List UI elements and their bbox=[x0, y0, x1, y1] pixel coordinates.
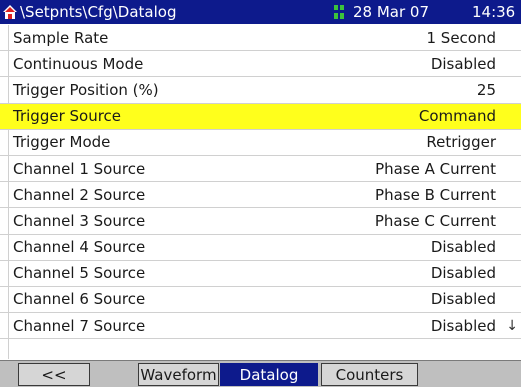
setting-value: Command bbox=[418, 107, 496, 126]
setting-label: Channel 7 Source bbox=[13, 316, 146, 335]
setting-row-channel-1-source[interactable]: Channel 1 Source Phase A Current bbox=[0, 156, 521, 183]
setting-value: Disabled bbox=[430, 316, 496, 335]
home-icon[interactable] bbox=[2, 4, 18, 20]
setting-row-continuous-mode[interactable]: Continuous Mode Disabled bbox=[0, 51, 521, 78]
tab-waveform[interactable]: Waveform bbox=[138, 363, 219, 386]
time-display: 14:36 bbox=[472, 3, 516, 21]
tab-counters[interactable]: Counters bbox=[321, 363, 418, 386]
date-display: 28 Mar 07 bbox=[353, 3, 430, 21]
setting-label: Trigger Source bbox=[13, 107, 122, 126]
setting-label: Channel 5 Source bbox=[13, 264, 146, 283]
setting-row-trigger-source[interactable]: Trigger Source Command bbox=[0, 103, 521, 130]
softkey-bar: << Waveform Datalog Counters bbox=[0, 360, 521, 387]
setting-label: Channel 3 Source bbox=[13, 211, 146, 230]
setting-value: 1 Second bbox=[426, 28, 496, 47]
setting-row-trigger-position[interactable]: Trigger Position (%) 25 bbox=[0, 77, 521, 104]
setting-value: Disabled bbox=[430, 54, 496, 73]
softkey-label: Datalog bbox=[239, 365, 299, 384]
setting-value: 25 bbox=[476, 80, 496, 99]
setting-value: Phase B Current bbox=[375, 185, 496, 204]
tab-datalog[interactable]: Datalog bbox=[220, 363, 318, 386]
status-icon bbox=[334, 5, 344, 19]
scroll-down-arrow-icon[interactable]: ↓ bbox=[506, 318, 518, 334]
setting-value: Phase A Current bbox=[375, 159, 496, 178]
setting-value: Disabled bbox=[430, 238, 496, 257]
setting-value: Disabled bbox=[430, 264, 496, 283]
setting-row-channel-4-source[interactable]: Channel 4 Source Disabled bbox=[0, 235, 521, 261]
softkey-label: Waveform bbox=[140, 365, 217, 384]
setting-row-channel-2-source[interactable]: Channel 2 Source Phase B Current bbox=[0, 182, 521, 209]
back-softkey[interactable]: << bbox=[18, 363, 90, 386]
setting-label: Channel 6 Source bbox=[13, 290, 146, 309]
setting-label: Channel 1 Source bbox=[13, 159, 146, 178]
setting-row-channel-5-source[interactable]: Channel 5 Source Disabled bbox=[0, 261, 521, 287]
title-bar: \Setpnts\Cfg\Datalog 28 Mar 07 14:36 bbox=[0, 0, 521, 24]
setting-row-channel-3-source[interactable]: Channel 3 Source Phase C Current bbox=[0, 208, 521, 235]
setting-label: Trigger Position (%) bbox=[13, 80, 159, 99]
setting-row-trigger-mode[interactable]: Trigger Mode Retrigger bbox=[0, 130, 521, 156]
setting-label: Channel 2 Source bbox=[13, 185, 146, 204]
setting-row-channel-6-source[interactable]: Channel 6 Source Disabled bbox=[0, 287, 521, 314]
setting-label: Channel 4 Source bbox=[13, 238, 146, 257]
softkey-label: << bbox=[41, 365, 67, 384]
setting-value: Retrigger bbox=[426, 133, 496, 152]
setting-row-channel-7-source[interactable]: Channel 7 Source Disabled ↓ bbox=[0, 313, 521, 340]
setting-list: Sample Rate 1 Second Continuous Mode Dis… bbox=[0, 25, 521, 340]
setting-value: Phase C Current bbox=[374, 211, 496, 230]
setting-label: Continuous Mode bbox=[13, 54, 144, 73]
setting-label: Sample Rate bbox=[13, 28, 109, 47]
breadcrumb-path: \Setpnts\Cfg\Datalog bbox=[20, 3, 177, 21]
setting-value: Disabled bbox=[430, 290, 496, 309]
softkey-label: Counters bbox=[335, 365, 404, 384]
setting-row-sample-rate[interactable]: Sample Rate 1 Second bbox=[0, 25, 521, 52]
setting-label: Trigger Mode bbox=[13, 133, 111, 152]
